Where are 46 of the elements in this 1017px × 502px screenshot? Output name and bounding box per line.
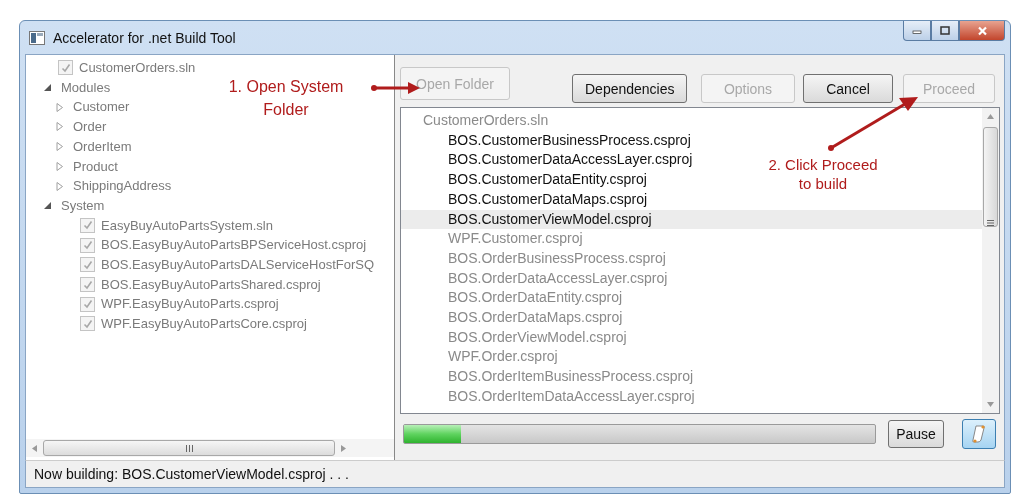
checkmark-icon (82, 240, 93, 251)
toggle-button[interactable] (962, 419, 996, 449)
toolbar-button[interactable]: Dependencies (572, 74, 687, 103)
grip-icon (987, 220, 994, 226)
build-list-item[interactable]: BOS.CustomerBusinessProcess.csproj (401, 130, 691, 151)
build-list-item[interactable]: BOS.CustomerDataAccessLayer.csproj (401, 150, 693, 171)
build-list-item[interactable]: BOS.OrderItemBusinessProcess.csproj (401, 367, 694, 387)
toolbar-button[interactable]: Cancel (803, 74, 893, 103)
annotation-text: 2. Click Proceed to build (767, 155, 879, 193)
build-list-item[interactable]: BOS.OrderItemDataAccessLayer.csproj (401, 386, 695, 407)
checkmark-icon (82, 259, 93, 270)
scroll-right-icon[interactable] (341, 444, 346, 452)
checkmark-icon (60, 62, 71, 73)
minimize-icon (912, 27, 922, 34)
build-list-item[interactable]: BOS.CustomerViewModel.csproj (401, 209, 982, 230)
annotation-text: 1. Open System Folder (227, 77, 345, 120)
window-title: Accelerator for .net Build Tool (53, 29, 236, 46)
scroll-left-icon[interactable] (32, 444, 37, 452)
grip-icon (185, 444, 193, 452)
checkmark-icon (82, 299, 93, 310)
vertical-scrollbar[interactable] (982, 108, 999, 413)
build-list-item[interactable]: BOS.CustomerDataEntity.csproj (401, 170, 647, 190)
build-list-item[interactable]: BOS.CustomerDataMaps.csproj (401, 189, 648, 210)
maximize-button[interactable] (931, 21, 959, 41)
build-list-item[interactable]: BOS.OrderDataEntity.csproj (401, 288, 623, 309)
minimize-button[interactable] (903, 21, 931, 41)
build-list-item[interactable]: WPF.Customer.csproj (401, 229, 583, 249)
build-list-item[interactable]: BOS.OrderDataAccessLayer.csproj (401, 268, 668, 289)
status-text: Now building: BOS.CustomerViewModel.csproj . . . (34, 466, 349, 482)
close-button[interactable] (959, 21, 1005, 41)
scroll-icon (972, 424, 986, 444)
horizontal-scrollbar[interactable] (26, 439, 394, 457)
build-list-item[interactable]: BOS.OrderDataMaps.csproj (401, 308, 623, 328)
checkmark-icon (82, 319, 93, 329)
checkmark-icon (82, 220, 93, 231)
close-icon (976, 25, 988, 36)
scroll-down-icon[interactable] (987, 402, 994, 407)
build-list-item[interactable]: WPF.Order.csproj (401, 347, 558, 368)
checkmark-icon (82, 279, 93, 290)
maximize-icon (940, 26, 950, 35)
window-app-icon (29, 30, 45, 45)
build-list-item[interactable]: BOS.OrderViewModel.csproj (401, 327, 627, 348)
scroll-up-icon[interactable] (987, 114, 994, 119)
build-list-item[interactable]: BOS.OrderBusinessProcess.csproj (401, 248, 666, 269)
build-list-item[interactable]: CustomerOrders.sln (401, 111, 549, 131)
pause-button[interactable]: Pause (888, 420, 944, 448)
